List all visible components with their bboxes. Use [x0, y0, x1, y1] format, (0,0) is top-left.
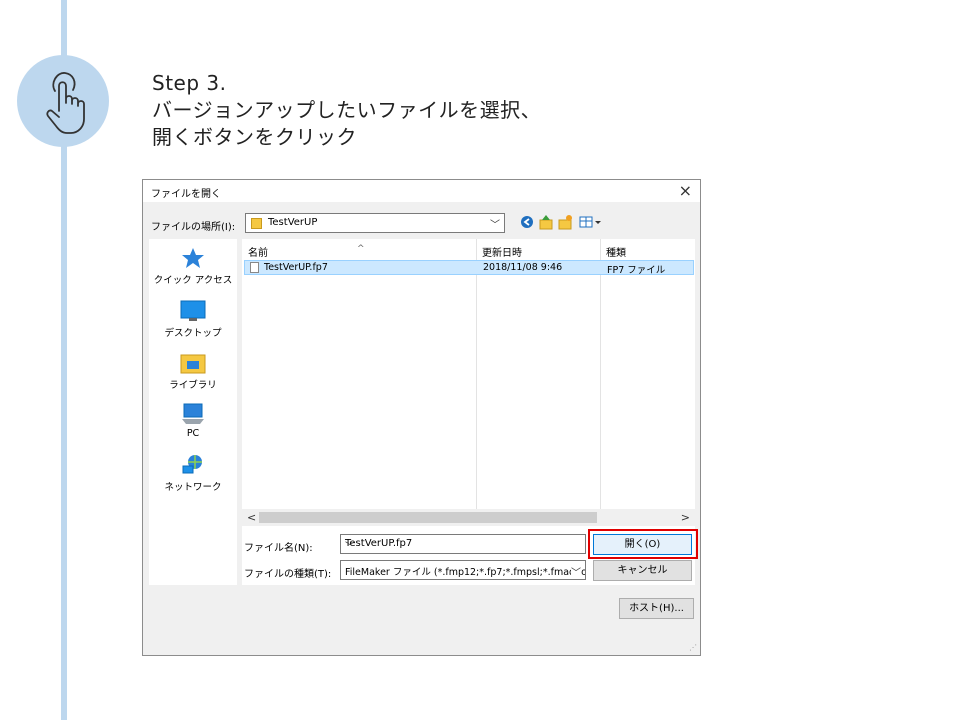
- column-divider: [600, 239, 601, 509]
- instruction-line-1: バージョンアップしたいファイルを選択、: [152, 98, 542, 122]
- filename-label: ファイル名(N):: [244, 543, 313, 554]
- host-button[interactable]: ホスト(H)...: [619, 598, 694, 619]
- hand-pointer-badge: [17, 55, 109, 147]
- up-folder-icon[interactable]: [538, 213, 554, 231]
- column-header-date[interactable]: 更新日時: [476, 239, 600, 259]
- new-folder-icon[interactable]: [557, 213, 573, 231]
- file-icon: [250, 262, 259, 273]
- look-in-dropdown[interactable]: TestVerUP ﹀: [245, 213, 505, 233]
- sort-ascending-icon: ^: [357, 244, 365, 254]
- folder-icon: [251, 218, 262, 229]
- chevron-down-icon: ﹀: [490, 220, 500, 231]
- instruction-line-2: 開くボタンをクリック: [152, 125, 357, 149]
- column-header-name-label: 名前: [248, 248, 268, 259]
- view-menu-icon[interactable]: [578, 213, 604, 231]
- instruction-text: Step 3. バージョンアップしたいファイルを選択、 開くボタンをクリック: [152, 70, 541, 151]
- place-label: クイック アクセス: [153, 275, 233, 286]
- back-icon[interactable]: [519, 213, 535, 231]
- close-button[interactable]: ×: [679, 181, 692, 200]
- place-label: ネットワーク: [164, 482, 222, 493]
- place-desktop[interactable]: デスクトップ: [149, 300, 237, 339]
- filename-input[interactable]: TestVerUP.fp7 ﹀: [340, 534, 586, 554]
- step-number: Step 3.: [152, 71, 227, 95]
- file-type: FP7 ファイル: [607, 265, 666, 276]
- place-pc[interactable]: PC: [149, 403, 237, 439]
- file-row[interactable]: TestVerUP.fp7 2018/11/08 9:46 FP7 ファイル: [244, 260, 694, 276]
- place-quick-access[interactable]: クイック アクセス: [149, 247, 237, 286]
- filetype-select[interactable]: FileMaker ファイル (*.fmp12;*.fp7;*.fmpsl;*.…: [340, 560, 586, 580]
- scroll-right-icon[interactable]: >: [681, 511, 690, 524]
- open-file-dialog: ファイルを開く × ファイルの場所(I): TestVerUP ﹀ クイック ア…: [142, 179, 701, 656]
- file-date: 2018/11/08 9:46: [483, 262, 563, 273]
- column-header-name[interactable]: ^ 名前: [242, 239, 476, 259]
- desktop-icon: [180, 300, 206, 321]
- column-header-date-label: 更新日時: [482, 248, 522, 259]
- scroll-thumb[interactable]: [259, 512, 597, 523]
- chevron-down-icon: ﹀: [571, 564, 581, 579]
- look-in-value: TestVerUP: [268, 217, 318, 228]
- column-header-type[interactable]: 種類: [600, 239, 695, 259]
- place-library[interactable]: ライブラリ: [149, 352, 237, 391]
- star-icon: [182, 248, 204, 268]
- library-icon: [180, 354, 206, 374]
- network-icon: [182, 455, 202, 474]
- column-divider: [476, 239, 477, 509]
- file-name: TestVerUP.fp7: [264, 262, 328, 273]
- hand-pointer-icon: [46, 72, 85, 134]
- horizontal-scrollbar[interactable]: < >: [242, 509, 695, 526]
- place-label: デスクトップ: [164, 328, 222, 339]
- place-label: ライブラリ: [169, 380, 217, 391]
- filetype-label: ファイルの種類(T):: [244, 569, 332, 580]
- resize-grip-icon[interactable]: ⋰: [689, 643, 697, 652]
- dialog-titlebar: ファイルを開く ×: [143, 180, 700, 202]
- pc-icon: [182, 403, 204, 424]
- cancel-button[interactable]: キャンセル: [593, 560, 692, 581]
- look-in-label: ファイルの場所(I):: [151, 222, 236, 233]
- place-network[interactable]: ネットワーク: [149, 454, 237, 493]
- filetype-value: FileMaker ファイル (*.fmp12;*.fp7;*.fmpsl;*.…: [345, 567, 586, 578]
- scroll-left-icon[interactable]: <: [247, 511, 256, 524]
- places-bar: クイック アクセス デスクトップ ライブラリ PC ネットワーク: [149, 239, 237, 585]
- column-header-type-label: 種類: [606, 248, 626, 259]
- place-label: PC: [186, 428, 200, 439]
- open-button[interactable]: 開く(O): [593, 534, 692, 555]
- chevron-down-icon[interactable]: ﹀: [345, 538, 581, 553]
- dialog-title: ファイルを開く: [151, 189, 221, 200]
